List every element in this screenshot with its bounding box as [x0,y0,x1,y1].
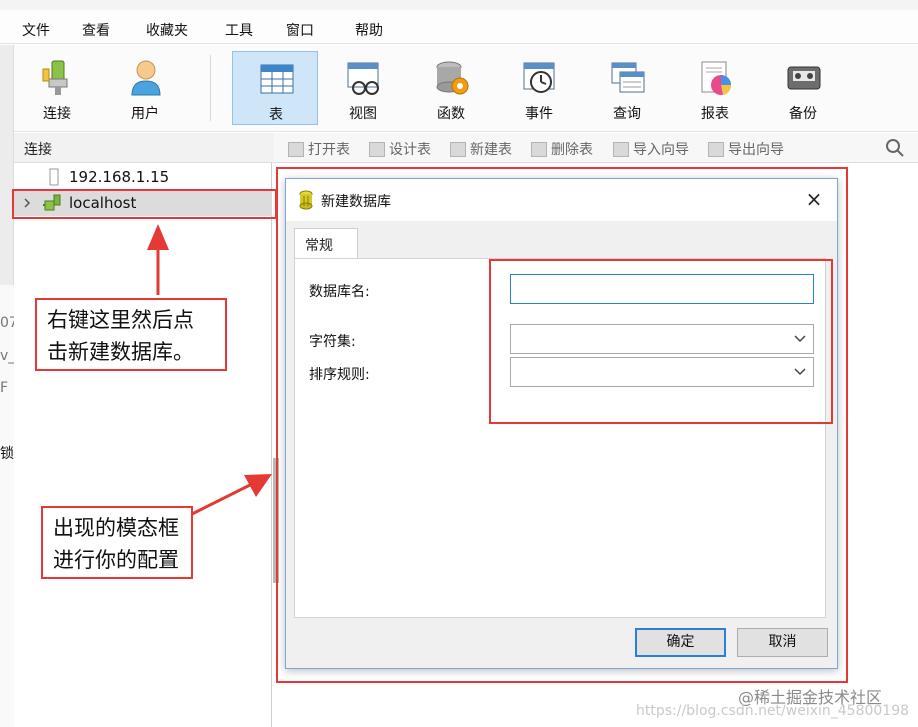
callout-line: 右键这里然后点 [47,308,194,332]
annotation-callout-right-click: 右键这里然后点 击新建数据库。 [35,298,227,371]
callout-line: 击新建数据库。 [47,340,194,364]
callout-line: 进行你的配置 [53,548,179,572]
csdn-watermark: https://blog.csdn.net/weixin_45800198 [636,703,910,719]
arrow-right-line [191,482,253,516]
annotation-callout-modal: 出现的模态框 进行你的配置 [41,506,193,579]
arrow-up-head [147,224,169,250]
callout-line: 出现的模态框 [53,516,179,540]
